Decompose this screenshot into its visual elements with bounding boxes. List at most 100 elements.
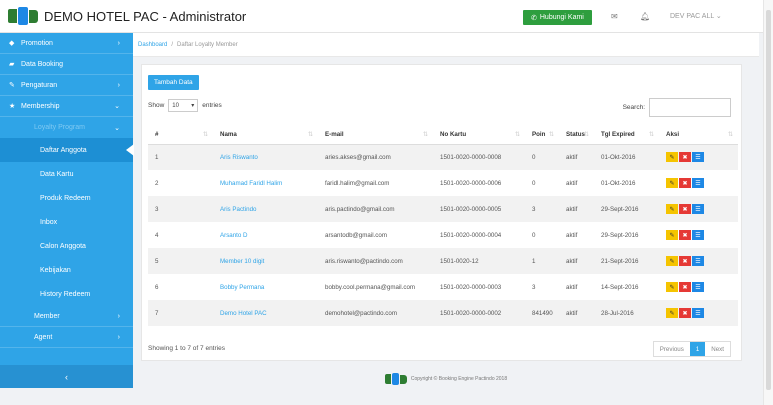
sidebar-item-member[interactable]: Member › xyxy=(0,306,133,327)
sidebar-sub-daftar-anggota[interactable]: Daftar Anggota xyxy=(0,138,134,162)
column-header[interactable]: Nama ⇅ xyxy=(213,126,318,145)
pagination-previous[interactable]: Previous xyxy=(654,342,690,356)
sidebar-sub-kebijakan[interactable]: Kebijakan xyxy=(0,258,133,282)
user-menu[interactable]: DEV PAC ALL ⌄ xyxy=(670,12,722,20)
sidebar-item-data-booking[interactable]: ▰ Data Booking xyxy=(0,54,133,75)
entries-select[interactable]: 10 ▾ xyxy=(168,99,199,112)
cell-card-number: 1501-0020-0000-0002 xyxy=(433,300,525,326)
cell-no: 4 xyxy=(155,231,159,239)
brand[interactable]: DEMO HOTEL PAC - Administrator xyxy=(8,5,246,27)
list-icon[interactable]: ☰ xyxy=(692,178,704,188)
delete-icon[interactable]: ✖ xyxy=(679,152,691,163)
sort-icon: ⇅ xyxy=(648,132,654,138)
sidebar-item-membership[interactable]: ★ Membership ⌄ xyxy=(0,96,133,117)
member-name-link[interactable]: Member 10 digit xyxy=(213,248,318,274)
pagination-page[interactable]: 1 xyxy=(689,342,706,356)
list-icon[interactable]: ☰ xyxy=(692,230,704,240)
edit-icon[interactable]: ✎ xyxy=(666,152,678,163)
list-icon[interactable]: ☰ xyxy=(692,256,704,266)
member-name-link[interactable]: Muhamad Faridl Halim xyxy=(213,170,318,196)
cell-email: aris.pactindo@gmail.com xyxy=(318,196,433,222)
sidebar-item-pengaturan[interactable]: ✎ Pengaturan › xyxy=(0,75,133,96)
mail-icon[interactable]: ✉ xyxy=(611,12,618,21)
table-row: 3 Aris Pactindo aris.pactindo@gmail.com … xyxy=(148,196,738,222)
delete-icon[interactable]: ✖ xyxy=(679,308,691,318)
member-list-panel: Tambah Data Show 10 ▾ entries Search: # ⇅… xyxy=(141,64,742,361)
cell-actions: ✎ ✖ ☰ xyxy=(659,274,738,300)
cell-status: aktif xyxy=(559,248,594,274)
cell-card-number: 1501-0020-0000-0006 xyxy=(440,179,502,187)
column-header[interactable]: Status ⇅ xyxy=(559,126,594,145)
pagination-next[interactable]: Next xyxy=(705,342,730,356)
member-name-link[interactable]: Aris Riswanto xyxy=(213,144,318,170)
search-input[interactable] xyxy=(649,98,731,117)
sidebar-sub-history-redeem[interactable]: History Redeem xyxy=(0,282,133,306)
cell-email: arsantodb@gmail.com xyxy=(325,231,387,239)
column-header[interactable]: E-mail ⇅ xyxy=(318,126,433,145)
column-header[interactable]: # ⇅ xyxy=(148,126,213,145)
edit-icon[interactable]: ✎ xyxy=(666,256,678,266)
edit-icon[interactable]: ✎ xyxy=(666,308,678,318)
page-scrollbar[interactable] xyxy=(763,0,773,405)
sidebar-item-label: Data Booking xyxy=(21,60,64,68)
star-icon: ★ xyxy=(9,103,16,110)
member-name-link[interactable]: Bobby Permana xyxy=(213,274,318,300)
member-name-link[interactable]: Aris Pactindo xyxy=(213,196,318,222)
cell-points: 3 xyxy=(532,283,536,291)
sidebar-item-loyalty-program[interactable]: Loyalty Program ⌄ xyxy=(0,117,133,138)
edit-icon[interactable]: ✎ xyxy=(666,204,678,214)
members-table: # ⇅ Nama ⇅ E-mail ⇅ No Kartu ⇅ Poin ⇅ Status ⇅… xyxy=(148,126,738,326)
sidebar-sub-label: History Redeem xyxy=(40,290,91,298)
list-icon[interactable]: ☰ xyxy=(692,282,704,292)
add-data-button[interactable]: Tambah Data xyxy=(148,75,199,90)
column-header[interactable]: Poin ⇅ xyxy=(525,126,559,145)
scrollbar-thumb[interactable] xyxy=(766,10,771,390)
sidebar-sub-produk-redeem[interactable]: Produk Redeem xyxy=(0,186,133,210)
copyright-text: Copyright © Booking Engine Pactindo 2018 xyxy=(410,376,508,382)
delete-icon[interactable]: ✖ xyxy=(679,230,691,240)
sidebar-item-agent[interactable]: Agent › xyxy=(0,327,133,348)
sidebar-sub-data-kartu[interactable]: Data Kartu xyxy=(0,162,133,186)
cell-expired: 01-Okt-2016 xyxy=(594,144,659,170)
list-icon[interactable]: ☰ xyxy=(692,308,704,318)
sidebar-sub-inbox[interactable]: Inbox xyxy=(0,210,133,234)
column-header[interactable]: Tgl Expired ⇅ xyxy=(594,126,659,145)
column-header-label: # xyxy=(155,131,159,139)
footer: Copyright © Booking Engine Pactindo 2018 xyxy=(133,370,759,388)
cell-status: aktif xyxy=(566,179,578,187)
contact-button[interactable]: ✆ Hubungi Kami xyxy=(523,10,592,25)
breadcrumb: Dashboard / Daftar Loyalty Member xyxy=(133,33,759,57)
cell-points: 0 xyxy=(525,144,559,170)
list-icon[interactable]: ☰ xyxy=(692,152,704,163)
column-header-label: Status xyxy=(566,131,585,139)
cell-no: 2 xyxy=(155,179,159,187)
sort-icon: ⇅ xyxy=(727,132,733,138)
cell-expired: 28-Jul-2016 xyxy=(594,300,659,326)
sidebar-sub-label: Daftar Anggota xyxy=(40,146,87,154)
delete-icon[interactable]: ✖ xyxy=(679,178,691,188)
delete-icon[interactable]: ✖ xyxy=(679,282,691,292)
delete-icon[interactable]: ✖ xyxy=(679,256,691,266)
cell-actions: ✎ ✖ ☰ xyxy=(659,170,738,196)
table-row: 4 Arsanto D arsantodb@gmail.com 1501-002… xyxy=(148,222,738,248)
list-icon[interactable]: ☰ xyxy=(692,204,704,214)
member-name-link[interactable]: Demo Hotel PAC xyxy=(213,300,318,326)
sidebar-collapse-button[interactable]: ‹ xyxy=(0,365,133,388)
column-header[interactable]: Aksi ⇅ xyxy=(659,126,738,145)
entries-value: 10 xyxy=(172,102,179,109)
delete-icon[interactable]: ✖ xyxy=(679,204,691,214)
column-header[interactable]: No Kartu ⇅ xyxy=(433,126,525,145)
breadcrumb-home[interactable]: Dashboard xyxy=(138,42,167,48)
bell-icon[interactable]: 🔔︎ xyxy=(640,12,650,21)
table-row: 2 Muhamad Faridl Halim faridl.halim@gmai… xyxy=(148,170,738,196)
edit-icon[interactable]: ✎ xyxy=(666,282,678,292)
edit-icon[interactable]: ✎ xyxy=(666,230,678,240)
sidebar-item-promotion[interactable]: ◆ Promotion › xyxy=(0,33,133,54)
breadcrumb-current: Daftar Loyalty Member xyxy=(177,41,238,48)
tag-icon: ◆ xyxy=(9,40,15,47)
member-name-link[interactable]: Arsanto D xyxy=(213,222,318,248)
sidebar-sub-calon-anggota[interactable]: Calon Anggota xyxy=(0,234,133,258)
column-header-label: Tgl Expired xyxy=(601,131,635,139)
phone-icon: ✆ xyxy=(531,14,537,22)
edit-icon[interactable]: ✎ xyxy=(666,178,678,188)
